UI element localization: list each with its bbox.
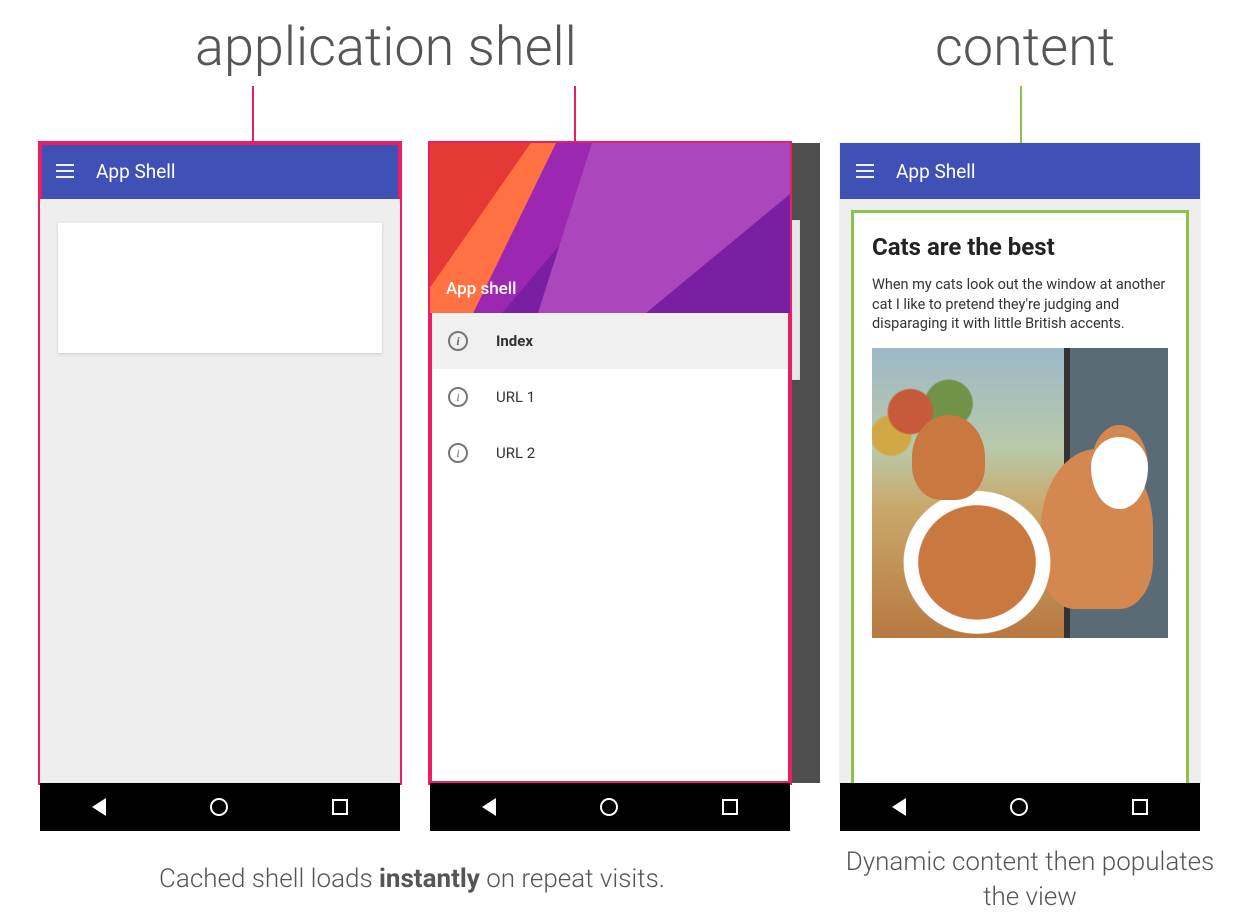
- drawer-header-title: App shell: [446, 279, 516, 299]
- content-area-empty: [40, 199, 400, 783]
- back-icon[interactable]: [482, 798, 496, 816]
- phone-frame-shell-drawer: App shell i Index i URL 1 i URL 2: [430, 143, 790, 783]
- back-icon[interactable]: [892, 798, 906, 816]
- info-icon: i: [448, 331, 468, 351]
- article-title: Cats are the best: [872, 233, 1168, 261]
- android-nav-bar: [40, 783, 400, 831]
- overview-icon[interactable]: [722, 799, 738, 815]
- overview-icon[interactable]: [1132, 799, 1148, 815]
- drawer-header: App shell: [430, 143, 790, 313]
- heading-application-shell: application shell: [195, 16, 577, 79]
- heading-content: content: [935, 16, 1115, 79]
- caption-shell: Cached shell loads instantly on repeat v…: [52, 862, 772, 897]
- drawer-item-label: URL 1: [496, 388, 535, 406]
- info-icon: i: [448, 443, 468, 463]
- home-icon[interactable]: [600, 798, 618, 816]
- content-card: Cats are the best When my cats look out …: [854, 213, 1186, 783]
- overview-icon[interactable]: [332, 799, 348, 815]
- app-bar: App Shell: [40, 143, 400, 199]
- phone-frame-shell-empty: App Shell: [40, 143, 400, 783]
- android-nav-bar: [840, 783, 1200, 831]
- hamburger-menu-icon[interactable]: [856, 164, 874, 178]
- drawer-list: i Index i URL 1 i URL 2: [430, 313, 790, 783]
- home-icon[interactable]: [210, 798, 228, 816]
- drawer-item-label: Index: [496, 332, 533, 350]
- drawer-item-index[interactable]: i Index: [430, 313, 790, 369]
- back-icon[interactable]: [92, 798, 106, 816]
- drawer-item-url2[interactable]: i URL 2: [430, 425, 790, 481]
- article-body: When my cats look out the window at anot…: [872, 275, 1168, 334]
- info-icon: i: [448, 387, 468, 407]
- content-area-populated: Cats are the best When my cats look out …: [840, 199, 1200, 783]
- app-bar-title: App Shell: [96, 160, 176, 183]
- connector-line: [574, 86, 576, 143]
- android-nav-bar: [430, 783, 790, 831]
- home-icon[interactable]: [1010, 798, 1028, 816]
- drawer-item-url1[interactable]: i URL 1: [430, 369, 790, 425]
- card-placeholder: [58, 223, 382, 353]
- article-image-cats: [872, 348, 1168, 638]
- drawer-item-label: URL 2: [496, 444, 535, 462]
- phone-frame-content: App Shell Cats are the best When my cats…: [840, 143, 1200, 783]
- hamburger-menu-icon[interactable]: [56, 164, 74, 178]
- app-bar-title: App Shell: [896, 160, 976, 183]
- caption-content: Dynamic content then populates the view: [840, 845, 1220, 915]
- connector-line: [252, 86, 254, 143]
- app-bar: App Shell: [840, 143, 1200, 199]
